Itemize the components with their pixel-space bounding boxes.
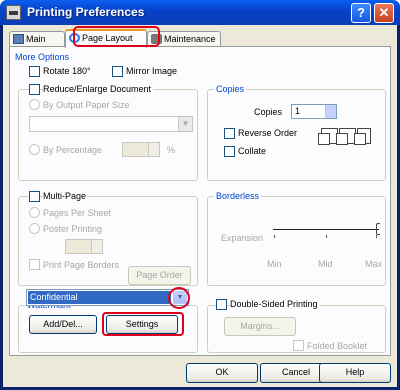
- close-button[interactable]: ✕: [374, 3, 394, 23]
- more-options-title: More Options: [15, 52, 70, 62]
- expansion-slider-track[interactable]: [273, 229, 379, 230]
- multi-page-checkbox[interactable]: [29, 191, 40, 202]
- poster-printing-label: Poster Printing: [43, 224, 103, 234]
- page-layout-panel: More Options Rotate 180° Mirror Image Re…: [9, 46, 391, 356]
- window-title: Printing Preferences: [27, 5, 145, 19]
- help-title-button[interactable]: ?: [351, 3, 371, 23]
- slider-tick: [376, 235, 377, 238]
- tab-main[interactable]: Main: [9, 31, 65, 47]
- mirror-image-label: Mirror Image: [126, 66, 178, 76]
- double-sided-checkbox[interactable]: [216, 299, 227, 310]
- multi-page-label: Multi-Page: [43, 191, 89, 201]
- dropdown-highlight: [168, 287, 190, 309]
- chevron-down-icon[interactable]: ▼: [178, 117, 192, 131]
- collate-label: Collate: [238, 146, 267, 156]
- poster-printing-radio[interactable]: [29, 223, 40, 234]
- printing-preferences-window: Printing Preferences ? ✕ Main Page Layou…: [0, 0, 400, 390]
- page-order-button[interactable]: Page Order: [128, 266, 191, 285]
- by-output-paper-label: By Output Paper Size: [43, 100, 130, 110]
- copies-label: Copies: [254, 107, 283, 117]
- copy-set-icon: [354, 128, 371, 145]
- copies-spinner[interactable]: [325, 105, 336, 118]
- margins-button[interactable]: Margins...: [224, 317, 296, 336]
- double-sided-label: Double-Sided Printing: [230, 299, 320, 309]
- max-label: Max: [365, 259, 383, 269]
- tab-highlight: [73, 26, 160, 47]
- ok-button[interactable]: OK: [186, 363, 258, 383]
- reverse-order-checkbox[interactable]: [224, 128, 235, 139]
- settings-highlight: [102, 312, 184, 336]
- by-output-paper-radio[interactable]: [29, 99, 40, 110]
- rotate-label: Rotate 180°: [43, 66, 91, 76]
- slider-tick: [274, 235, 275, 238]
- poster-spinner[interactable]: [91, 240, 102, 253]
- pages-per-sheet-label: Pages Per Sheet: [43, 208, 112, 218]
- collate-checkbox[interactable]: [224, 146, 235, 157]
- title-bar: Printing Preferences ? ✕: [0, 0, 400, 25]
- slider-tick: [326, 235, 327, 238]
- percentage-input[interactable]: [122, 142, 160, 157]
- copies-title: Copies: [214, 84, 247, 94]
- watermark-select[interactable]: Confidential ▼: [26, 289, 189, 306]
- printer-icon: [13, 34, 24, 44]
- help-button[interactable]: Help: [319, 363, 391, 383]
- poster-count-input[interactable]: [65, 239, 103, 254]
- print-page-borders-label: Print Page Borders: [43, 260, 120, 270]
- printer-icon: [6, 5, 21, 20]
- percent-unit: %: [167, 145, 176, 155]
- pages-per-sheet-radio[interactable]: [29, 207, 40, 218]
- expansion-slider-thumb[interactable]: [376, 223, 380, 235]
- mirror-image-checkbox[interactable]: [112, 66, 123, 77]
- reduce-enlarge-checkbox[interactable]: [29, 84, 40, 95]
- folded-booklet-checkbox[interactable]: [293, 340, 304, 351]
- tab-maintenance-label: Maintenance: [164, 34, 216, 44]
- copies-input[interactable]: 1: [291, 104, 337, 119]
- output-paper-select[interactable]: ▼: [29, 116, 193, 132]
- rotate-checkbox[interactable]: [29, 66, 40, 77]
- tab-main-label: Main: [26, 34, 46, 44]
- borderless-title: Borderless: [214, 191, 262, 201]
- reduce-enlarge-label: Reduce/Enlarge Document: [43, 84, 154, 94]
- mid-label: Mid: [318, 259, 333, 269]
- reverse-order-label: Reverse Order: [238, 128, 298, 138]
- folded-booklet-label: Folded Booklet: [307, 341, 368, 351]
- by-percentage-radio[interactable]: [29, 144, 40, 155]
- add-del-button[interactable]: Add/Del...: [29, 315, 97, 334]
- copies-value: 1: [295, 106, 301, 116]
- expansion-label: Expansion: [221, 233, 264, 243]
- print-page-borders-checkbox[interactable]: [29, 259, 40, 270]
- dialog-client: Main Page Layout Maintenance More Option…: [3, 25, 397, 387]
- by-percentage-label: By Percentage: [43, 145, 103, 155]
- min-label: Min: [267, 259, 282, 269]
- percentage-spinner[interactable]: [148, 143, 159, 156]
- watermark-selected-value: Confidential: [28, 291, 171, 304]
- collate-preview-icon: [317, 128, 371, 145]
